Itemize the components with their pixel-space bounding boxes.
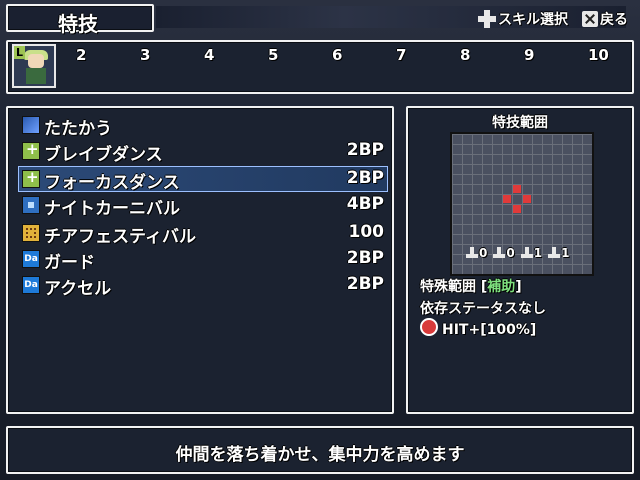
skill-select-label: スキル選択: [498, 12, 568, 28]
screen-title: 特技: [58, 12, 98, 36]
dependency-status: 依存ステータスなし: [420, 301, 546, 317]
skill-item-night-carnival[interactable]: ナイトカーニバル 4BP: [22, 194, 384, 219]
skill-range-panel: 特技範囲 0 0 1 1 特殊範囲 [補助] 依存ステータスなし HIT+[10…: [406, 106, 634, 414]
cheer-icon: [22, 224, 40, 242]
range-cell: [523, 195, 531, 203]
knight-icon: [22, 196, 40, 214]
turn-slot: 4: [204, 46, 215, 64]
skill-item-accel[interactable]: Da アクセル 2BP: [22, 274, 384, 299]
range-cell: [513, 185, 521, 193]
down-arrow-icon: [548, 247, 561, 259]
special-range-line: 特殊範囲 [補助]: [420, 279, 522, 295]
range-modifier: 1: [520, 246, 542, 260]
turn-order-bar: L 2 3 4 5 6 7 8 9 10: [6, 40, 634, 94]
dpad-icon: [478, 10, 496, 28]
screen-title-box: 特技: [6, 4, 154, 36]
skill-name: ブレイブダンス: [44, 145, 163, 165]
down-arrow-icon: [493, 247, 506, 259]
cancel-button-icon: [582, 11, 598, 27]
range-modifier: 0: [466, 246, 487, 260]
skill-item-brave-dance[interactable]: ブレイブダンス 2BP: [22, 140, 384, 165]
range-modifier: 0: [493, 246, 515, 260]
dance-icon: [22, 140, 40, 160]
turn-slot: 9: [524, 46, 535, 64]
skill-name: チアフェスティバル: [44, 227, 196, 247]
range-cell: [513, 205, 521, 213]
skill-item-attack[interactable]: たたかう: [22, 114, 384, 139]
skill-name: フォーカスダンス: [44, 173, 180, 193]
dance-icon: [22, 168, 40, 188]
description-panel: 仲間を落ち着かせ、集中力を高めます: [6, 426, 634, 474]
leader-badge: L: [14, 46, 26, 59]
up-arrow-icon: [520, 247, 533, 259]
skill-cost: 4BP: [346, 194, 384, 214]
skill-cost: 2BP: [346, 168, 384, 188]
skill-cost: 2BP: [346, 274, 384, 294]
skill-cost: 2BP: [346, 140, 384, 160]
skill-description: 仲間を落ち着かせ、集中力を高めます: [175, 445, 465, 465]
da-icon: Da: [22, 276, 40, 294]
skill-item-guard[interactable]: Da ガード 2BP: [22, 248, 384, 273]
hit-value: HIT+[100%]: [442, 322, 537, 338]
turn-slot: 5: [268, 46, 279, 64]
active-character-portrait: L: [12, 44, 56, 88]
da-icon: Da: [22, 250, 40, 268]
special-range-value: 補助: [487, 279, 516, 295]
skill-item-cheer-festival[interactable]: チアフェスティバル 100: [22, 222, 385, 247]
range-cell: [503, 195, 511, 203]
skill-name: アクセル: [44, 279, 112, 299]
turn-slot: 3: [140, 46, 151, 64]
turn-slot: 2: [76, 46, 87, 64]
skill-select-control[interactable]: スキル選択: [478, 8, 568, 30]
skill-item-focus-dance[interactable]: フォーカスダンス 2BP: [22, 168, 384, 193]
range-title: 特技範囲: [492, 115, 548, 131]
skill-name: ガード: [44, 253, 95, 273]
hit-icon: [420, 318, 438, 336]
turn-slot: 8: [460, 46, 471, 64]
range-modifier: 1: [548, 246, 569, 260]
skill-name: ナイトカーニバル: [44, 199, 180, 219]
skill-cost: 100: [348, 222, 385, 242]
turn-slot: 6: [332, 46, 343, 64]
back-control[interactable]: 戻る: [582, 8, 628, 30]
skill-name: たたかう: [44, 119, 112, 139]
sword-icon: [22, 116, 40, 134]
skill-cost: 2BP: [346, 248, 384, 268]
range-modifiers: 0 0 1 1: [466, 246, 569, 260]
up-arrow-icon: [466, 247, 478, 259]
turn-slot: 7: [396, 46, 407, 64]
turn-slot: 10: [588, 46, 609, 64]
back-label: 戻る: [600, 12, 628, 28]
skill-list-panel: たたかう ブレイブダンス 2BP フォーカスダンス 2BP ナイトカーニバル 4…: [6, 106, 394, 414]
